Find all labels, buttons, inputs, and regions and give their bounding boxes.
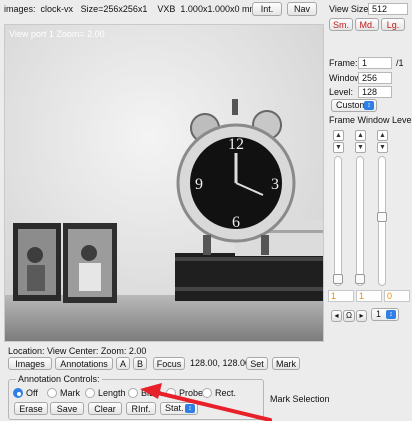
red-arrow-icon: [140, 383, 272, 421]
